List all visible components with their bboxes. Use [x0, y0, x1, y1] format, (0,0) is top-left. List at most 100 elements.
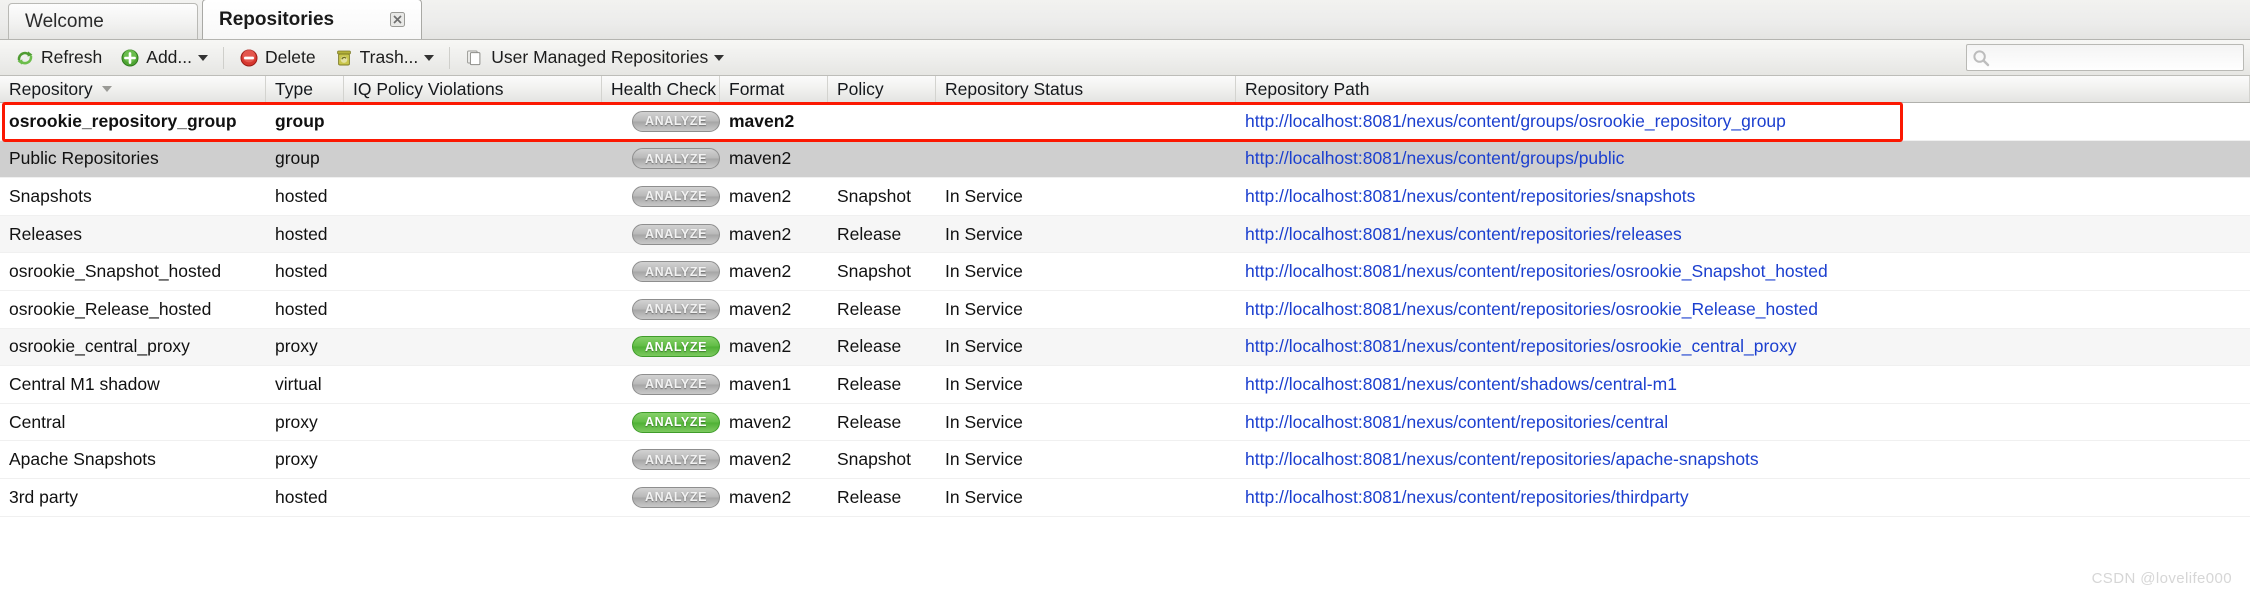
user-managed-repositories-button[interactable]: User Managed Repositories	[456, 44, 733, 72]
table-row[interactable]: osrookie_central_proxy proxy ANALYZE maven2…	[0, 328, 2250, 367]
repository-path-link[interactable]: http://localhost:8081/nexus/content/repo…	[1245, 487, 1689, 508]
search-icon	[1971, 48, 1991, 68]
search-box[interactable]	[1966, 44, 2244, 71]
cell-repository-path: http://localhost:8081/nexus/content/repo…	[1236, 291, 2250, 328]
table-header-row: Repository Type IQ Policy Violations Hea…	[0, 76, 2250, 103]
cell-repository-path: http://localhost:8081/nexus/content/repo…	[1236, 216, 2250, 253]
table-row[interactable]: Central proxy ANALYZE maven2 Release In Servi…	[0, 403, 2250, 442]
column-header-repository[interactable]: Repository	[0, 76, 266, 102]
table-body: osrookie_repository_group group ANALYZE mav…	[0, 103, 2250, 517]
cell-repository-status: In Service	[945, 411, 1023, 432]
table-row[interactable]: Public Repositories group ANALYZE maven2 htt…	[0, 140, 2250, 179]
cell-policy	[828, 103, 936, 140]
cell-policy: Release	[837, 373, 902, 394]
repository-path-link[interactable]: http://localhost:8081/nexus/content/repo…	[1245, 412, 1668, 433]
column-header-iq-policy-violations[interactable]: IQ Policy Violations	[344, 76, 602, 102]
refresh-button[interactable]: Refresh	[6, 44, 111, 72]
chevron-down-icon	[424, 54, 435, 61]
repository-path-link[interactable]: http://localhost:8081/nexus/content/repo…	[1245, 224, 1682, 245]
trash-can-icon	[334, 48, 354, 68]
add-button[interactable]: Add...	[111, 44, 217, 72]
cell-repository-path: http://localhost:8081/nexus/content/repo…	[1236, 178, 2250, 215]
repository-path-link[interactable]: http://localhost:8081/nexus/content/repo…	[1245, 186, 1695, 207]
cell-repository-status	[936, 103, 1236, 140]
cell-repository: 3rd party	[9, 486, 79, 507]
column-header-repository-path[interactable]: Repository Path	[1236, 76, 2250, 102]
cell-format: maven2	[729, 223, 792, 244]
add-circle-icon	[120, 48, 140, 68]
cell-repository-status: In Service	[945, 298, 1023, 319]
cell-repository: Public Repositories	[9, 148, 159, 169]
table-row[interactable]: 3rd party hosted ANALYZE maven2 Release In Se…	[0, 478, 2250, 517]
column-header-type[interactable]: Type	[266, 76, 344, 102]
cell-format: maven1	[729, 373, 792, 394]
cell-repository-status: In Service	[945, 185, 1023, 206]
cell-format: maven2	[729, 298, 792, 319]
analyze-button[interactable]: ANALYZE	[632, 411, 720, 433]
cell-health-check: ANALYZE	[602, 216, 720, 253]
cell-policy	[828, 141, 936, 178]
analyze-button[interactable]: ANALYZE	[632, 185, 720, 207]
cell-policy: Release	[837, 411, 902, 432]
cell-iq-policy-violations	[344, 366, 602, 403]
cell-format: maven2	[729, 486, 792, 507]
nexus-repositories-page: Welcome Repositories Refresh Add... Dele…	[0, 0, 2250, 597]
analyze-button[interactable]: ANALYZE	[632, 110, 720, 132]
table-row[interactable]: Central M1 shadow virtual ANALYZE maven1 Rel…	[0, 366, 2250, 404]
cell-repository-path: http://localhost:8081/nexus/content/shad…	[1236, 366, 2250, 403]
repository-path-link[interactable]: http://localhost:8081/nexus/content/repo…	[1245, 449, 1759, 470]
repository-path-link[interactable]: http://localhost:8081/nexus/content/repo…	[1245, 299, 1818, 320]
table-row[interactable]: Snapshots hosted ANALYZE maven2 Snapshot In S…	[0, 178, 2250, 216]
repository-path-link[interactable]: http://localhost:8081/nexus/content/shad…	[1245, 374, 1677, 395]
cell-format: maven2	[729, 336, 792, 357]
toolbar-separator-1	[223, 46, 225, 69]
column-header-format[interactable]: Format	[720, 76, 828, 102]
search-input[interactable]	[1991, 46, 2231, 69]
table-row[interactable]: osrookie_Release_hosted hosted ANALYZE mave…	[0, 290, 2250, 329]
cell-health-check: ANALYZE	[602, 404, 720, 441]
table-row[interactable]: Apache Snapshots proxy ANALYZE maven2 Snapsh…	[0, 441, 2250, 479]
repository-path-link[interactable]: http://localhost:8081/nexus/content/repo…	[1245, 261, 1828, 282]
analyze-button[interactable]: ANALYZE	[632, 298, 720, 320]
analyze-button[interactable]: ANALYZE	[632, 336, 720, 358]
close-icon[interactable]	[364, 12, 405, 27]
column-header-health-check[interactable]: Health Check	[602, 76, 720, 102]
cell-repository: osrookie_central_proxy	[9, 336, 190, 357]
tab-welcome[interactable]: Welcome	[8, 3, 198, 39]
cell-iq-policy-violations	[344, 253, 602, 290]
cell-repository-status: In Service	[945, 486, 1023, 507]
cell-repository: osrookie_repository_group	[9, 110, 237, 131]
tab-repositories[interactable]: Repositories	[202, 0, 422, 39]
repository-path-link[interactable]: http://localhost:8081/nexus/content/repo…	[1245, 336, 1797, 357]
analyze-button[interactable]: ANALYZE	[632, 449, 720, 471]
cell-health-check: ANALYZE	[602, 479, 720, 516]
repository-path-link[interactable]: http://localhost:8081/nexus/content/grou…	[1245, 148, 1624, 169]
repository-path-link[interactable]: http://localhost:8081/nexus/content/grou…	[1245, 111, 1786, 132]
cell-health-check: ANALYZE	[602, 141, 720, 178]
cell-type: hosted	[275, 298, 328, 319]
cell-iq-policy-violations	[344, 441, 602, 478]
cell-repository-status: In Service	[945, 223, 1023, 244]
column-header-policy[interactable]: Policy	[828, 76, 936, 102]
trash-button[interactable]: Trash...	[325, 44, 444, 72]
table-row[interactable]: osrookie_Snapshot_hosted hosted ANALYZE mav…	[0, 253, 2250, 291]
analyze-button[interactable]: ANALYZE	[632, 486, 720, 508]
column-header-repository-status[interactable]: Repository Status	[936, 76, 1236, 102]
cell-repository-path: http://localhost:8081/nexus/content/grou…	[1236, 103, 2250, 140]
table-row[interactable]: osrookie_repository_group group ANALYZE mav…	[0, 103, 2250, 141]
analyze-button[interactable]: ANALYZE	[632, 148, 720, 170]
cell-policy: Snapshot	[837, 261, 911, 282]
cell-iq-policy-violations	[344, 329, 602, 366]
analyze-button[interactable]: ANALYZE	[632, 373, 720, 395]
cell-repository: Releases	[9, 223, 82, 244]
cell-repository-status: In Service	[945, 336, 1023, 357]
cell-format: maven2	[729, 261, 792, 282]
cell-repository-status	[936, 141, 1236, 178]
toolbar: Refresh Add... Delete Trash... User Mana…	[0, 40, 2250, 76]
analyze-button[interactable]: ANALYZE	[632, 261, 720, 283]
cell-health-check: ANALYZE	[602, 329, 720, 366]
delete-button[interactable]: Delete	[230, 44, 325, 72]
analyze-button[interactable]: ANALYZE	[632, 223, 720, 245]
cell-repository-path: http://localhost:8081/nexus/content/repo…	[1236, 253, 2250, 290]
table-row[interactable]: Releases hosted ANALYZE maven2 Release In Ser…	[0, 215, 2250, 254]
